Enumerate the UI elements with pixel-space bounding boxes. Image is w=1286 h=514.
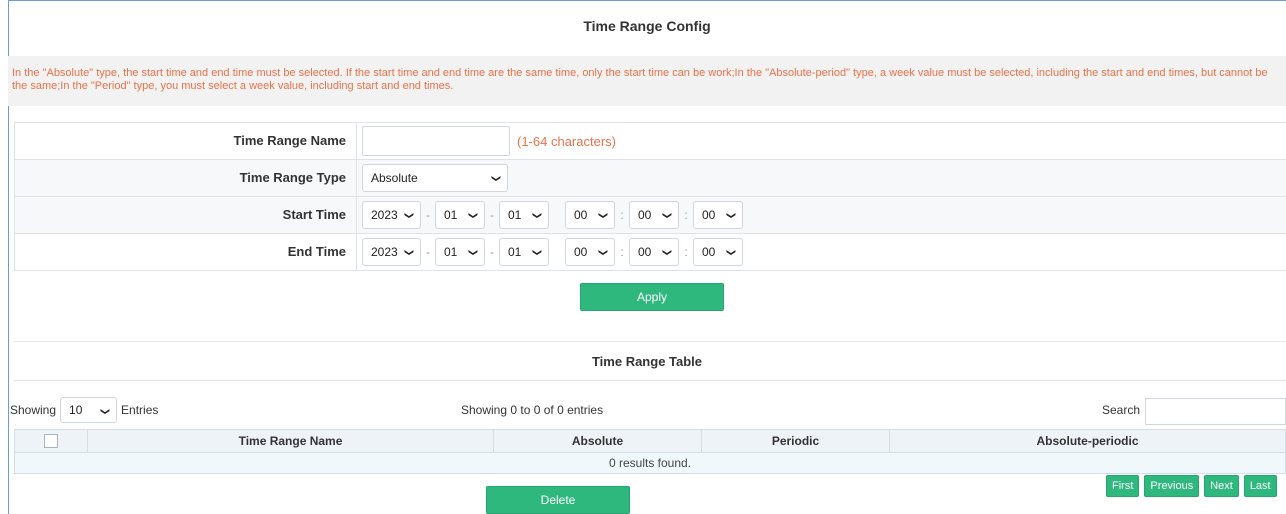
pagination: First Previous Next Last: [1106, 475, 1277, 497]
table-row: 0 results found.: [14, 452, 1286, 474]
start-second-select[interactable]: 00 ❯: [693, 201, 743, 229]
time-separator: :: [684, 208, 688, 222]
start-year-select[interactable]: 2023 ❯: [362, 201, 421, 229]
date-separator: -: [490, 208, 494, 222]
chevron-down-icon: ❯: [532, 248, 543, 257]
select-all-cell: [14, 429, 88, 453]
search-input[interactable]: [1145, 398, 1286, 425]
next-page-button[interactable]: Next: [1204, 475, 1239, 497]
time-separator: :: [620, 245, 624, 259]
config-form: Time Range Name (1-64 characters) Time R…: [14, 122, 1286, 271]
col-periodic[interactable]: Periodic: [701, 429, 890, 453]
showing-label: Showing: [10, 403, 57, 417]
end-day-value: 01: [508, 245, 522, 259]
start-hour-value: 00: [574, 208, 588, 222]
row-name: Time Range Name (1-64 characters): [15, 123, 1286, 160]
start-month-select[interactable]: 01 ❯: [435, 201, 485, 229]
end-second-value: 00: [702, 245, 716, 259]
time-range-table: Time Range Name Absolute Periodic Absolu…: [14, 429, 1286, 474]
table-header-row: Time Range Name Absolute Periodic Absolu…: [14, 429, 1286, 453]
delete-button[interactable]: Delete: [486, 486, 630, 514]
end-hour-value: 00: [574, 245, 588, 259]
end-label: End Time: [15, 234, 357, 270]
name-hint: (1-64 characters): [517, 133, 616, 149]
apply-button[interactable]: Apply: [580, 283, 724, 311]
chevron-down-icon: ❯: [491, 174, 502, 183]
chevron-down-icon: ❯: [532, 211, 543, 220]
type-label: Time Range Type: [15, 160, 357, 196]
start-hour-select[interactable]: 00 ❯: [565, 201, 615, 229]
time-separator: :: [620, 208, 624, 222]
page-size-control: Showing 10 ❯ Entries: [10, 397, 158, 423]
empty-message: 0 results found.: [14, 452, 1286, 474]
end-day-select[interactable]: 01 ❯: [499, 238, 549, 266]
chevron-down-icon: ❯: [726, 248, 737, 257]
first-page-button[interactable]: First: [1106, 475, 1140, 497]
table-title: Time Range Table: [591, 354, 703, 369]
entries-label: Entries: [121, 403, 159, 417]
start-day-value: 01: [508, 208, 522, 222]
last-page-button[interactable]: Last: [1243, 475, 1277, 497]
start-year-value: 2023: [371, 208, 398, 222]
date-separator: -: [490, 245, 494, 259]
row-start: Start Time 2023 ❯ - 01 ❯ - 01 ❯ 00 ❯ : 00 ❯ :…: [15, 197, 1286, 234]
date-separator: -: [426, 245, 430, 259]
chevron-down-icon: ❯: [662, 211, 673, 220]
start-day-select[interactable]: 01 ❯: [499, 201, 549, 229]
end-year-value: 2023: [371, 245, 398, 259]
time-separator: :: [684, 245, 688, 259]
chevron-down-icon: ❯: [404, 248, 415, 257]
col-absolute-periodic[interactable]: Absolute-periodic: [889, 429, 1286, 453]
page-size-value: 10: [69, 403, 83, 417]
chevron-down-icon: ❯: [468, 248, 479, 257]
chevron-down-icon: ❯: [468, 211, 479, 220]
col-time-range-name[interactable]: Time Range Name: [87, 429, 494, 453]
row-end: End Time 2023 ❯ - 01 ❯ - 01 ❯ 00 ❯ : 00 ❯ : 0…: [15, 234, 1286, 271]
previous-page-button[interactable]: Previous: [1144, 475, 1200, 497]
end-hour-select[interactable]: 00 ❯: [565, 238, 615, 266]
time-range-name-input[interactable]: [362, 126, 510, 156]
section-divider: [14, 341, 1286, 342]
start-label: Start Time: [15, 197, 357, 233]
end-minute-select[interactable]: 00 ❯: [629, 238, 679, 266]
page-size-select[interactable]: 10 ❯: [60, 397, 118, 423]
chevron-down-icon: ❯: [100, 407, 111, 416]
end-month-select[interactable]: 01 ❯: [435, 238, 485, 266]
end-second-select[interactable]: 00 ❯: [693, 238, 743, 266]
start-second-value: 00: [702, 208, 716, 222]
table-info: Showing 0 to 0 of 0 entries: [461, 403, 604, 417]
section-divider: [14, 380, 1286, 381]
name-label: Time Range Name: [15, 123, 357, 159]
end-minute-value: 00: [638, 245, 652, 259]
select-all-checkbox[interactable]: [44, 434, 58, 449]
end-month-value: 01: [444, 245, 458, 259]
date-separator: -: [426, 208, 430, 222]
start-minute-value: 00: [638, 208, 652, 222]
time-range-type-select[interactable]: Absolute ❯: [362, 164, 508, 192]
type-value: Absolute: [371, 171, 418, 185]
end-year-select[interactable]: 2023 ❯: [362, 238, 421, 266]
col-absolute[interactable]: Absolute: [493, 429, 702, 453]
start-minute-select[interactable]: 00 ❯: [629, 201, 679, 229]
start-month-value: 01: [444, 208, 458, 222]
chevron-down-icon: ❯: [598, 211, 609, 220]
notice-text: In the "Absolute" type, the start time a…: [8, 56, 1286, 106]
search-label: Search: [1102, 403, 1141, 417]
config-title: Time Range Config: [583, 18, 711, 34]
row-type: Time Range Type Absolute ❯: [15, 160, 1286, 197]
chevron-down-icon: ❯: [404, 211, 415, 220]
chevron-down-icon: ❯: [726, 211, 737, 220]
chevron-down-icon: ❯: [662, 248, 673, 257]
chevron-down-icon: ❯: [598, 248, 609, 257]
